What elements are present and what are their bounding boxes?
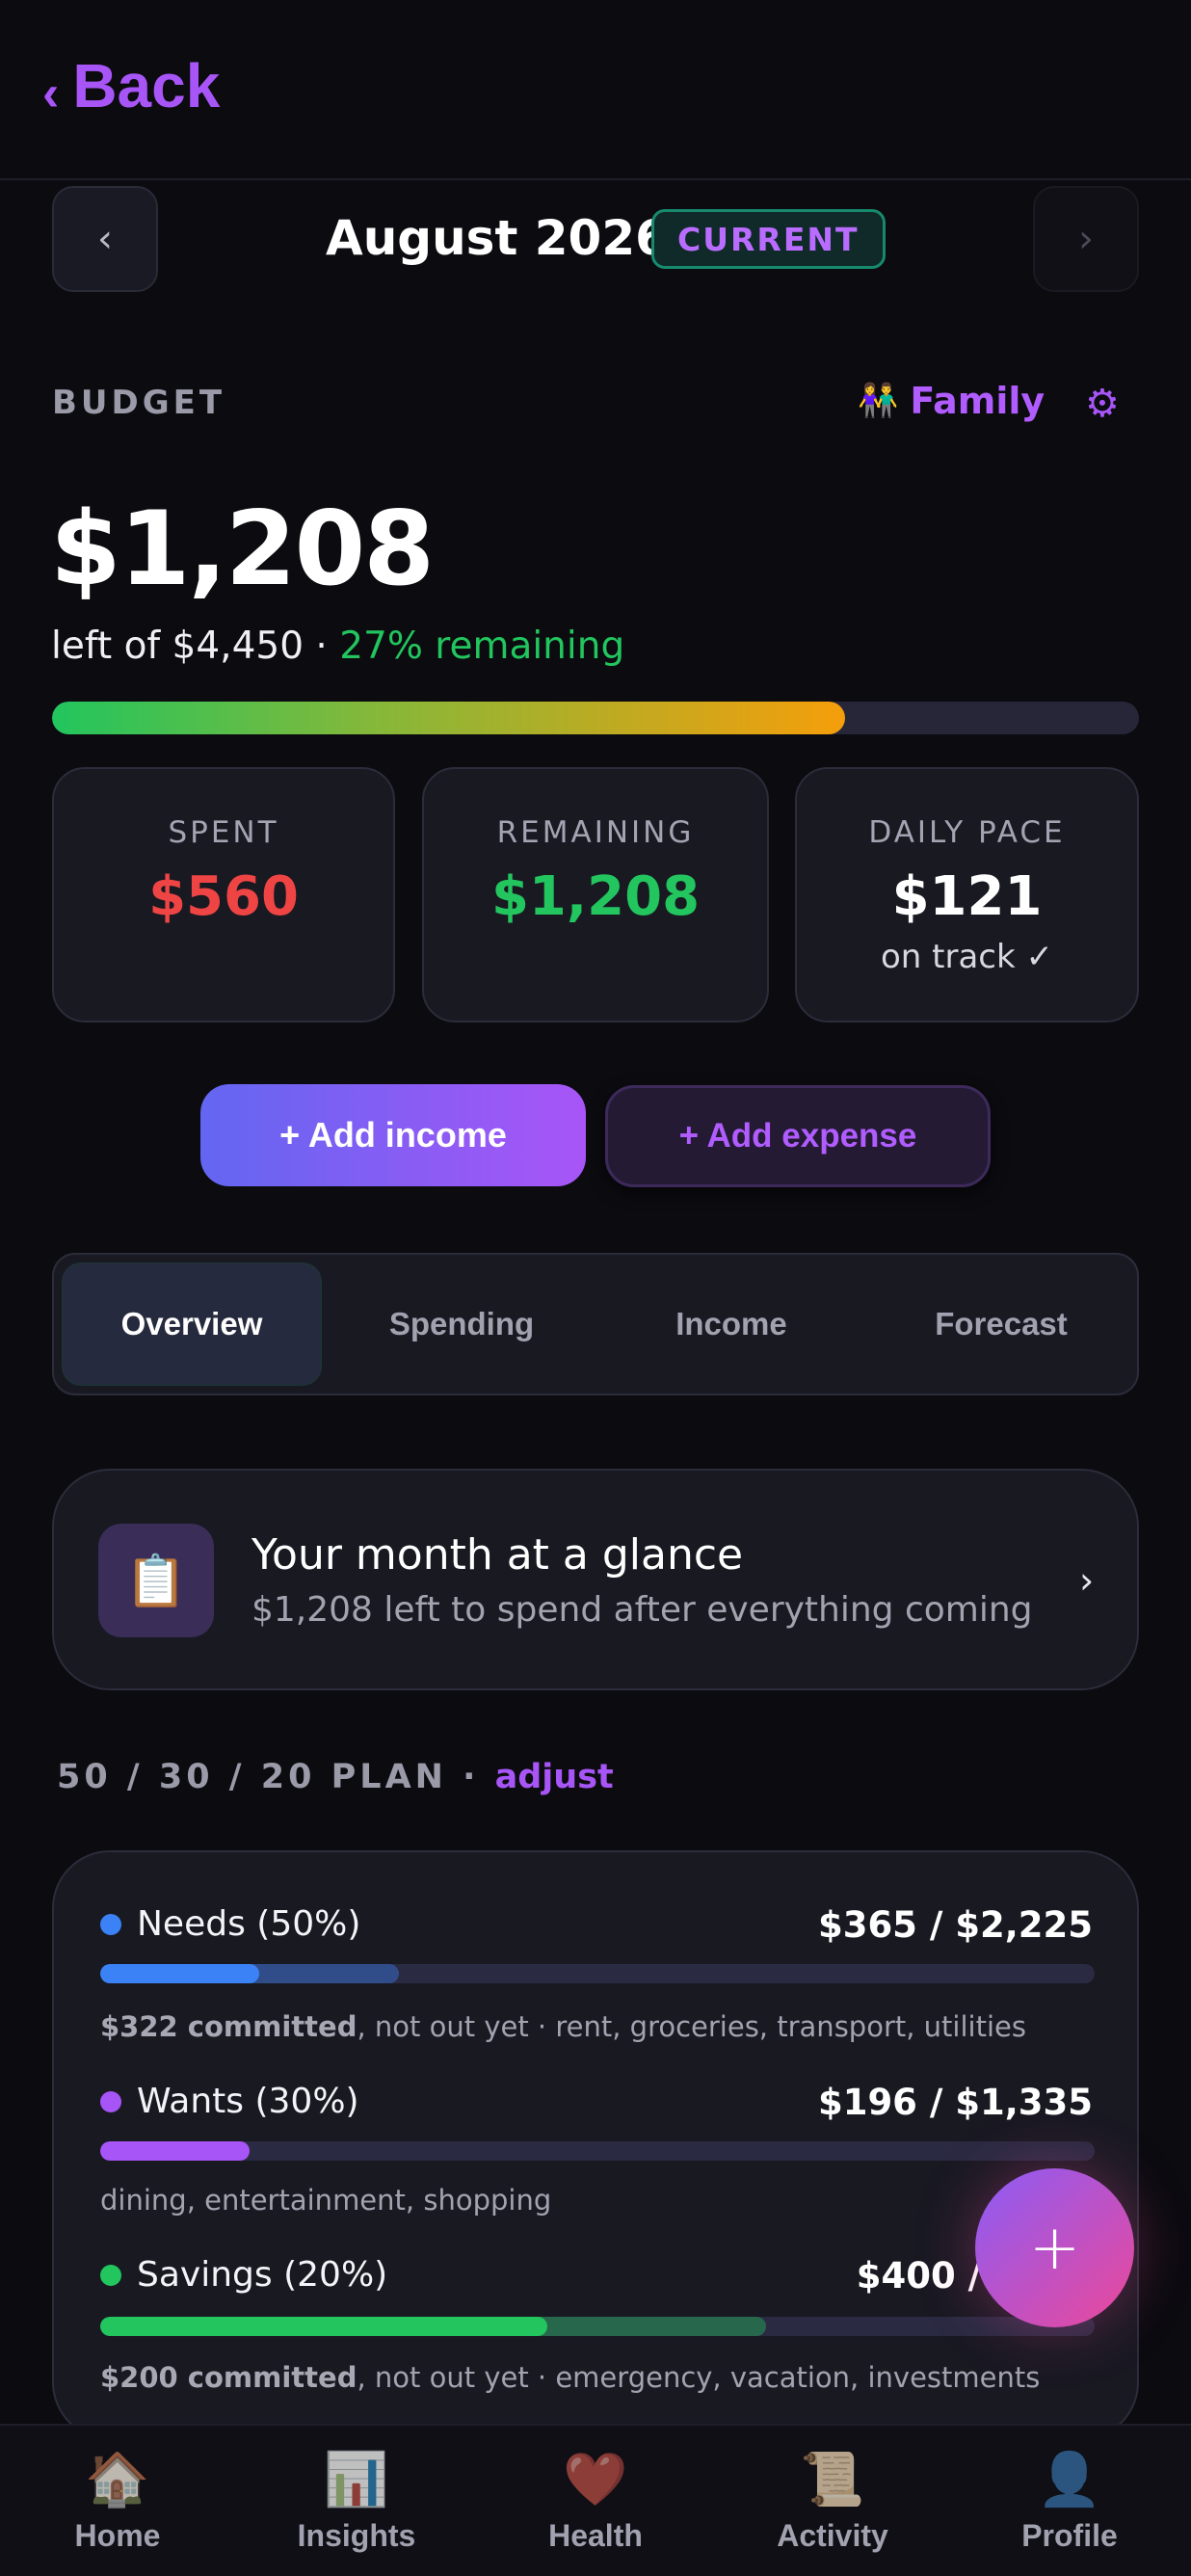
savings-progress-bar <box>100 2317 1095 2336</box>
plan-row-needs: Needs (50%) <box>100 1904 360 1944</box>
remaining-percent: 27% remaining <box>339 624 625 668</box>
month-glance-card[interactable]: 📋 Your month at a glance $1,208 left to … <box>52 1469 1139 1690</box>
needs-categories: , not out yet · rent, groceries, transpo… <box>357 2010 1026 2043</box>
needs-spent-fill <box>100 1964 260 1983</box>
stat-value: $1,208 <box>490 865 701 928</box>
home-icon: 🏠 <box>85 2449 150 2510</box>
add-expense-button[interactable]: + Add expense <box>605 1085 991 1187</box>
stat-label: REMAINING <box>496 815 695 850</box>
stat-value: $560 <box>148 865 299 928</box>
top-bar: ‹ Back <box>0 0 1191 180</box>
chevron-right-icon: › <box>1079 1559 1095 1602</box>
tab-bar: Overview Spending Income Forecast <box>52 1253 1139 1395</box>
plan-title: 50 / 30 / 20 PLAN · <box>57 1758 495 1796</box>
adjust-link[interactable]: adjust <box>495 1758 614 1796</box>
tab-overview[interactable]: Overview <box>62 1262 322 1386</box>
nav-profile[interactable]: 👤 Profile <box>973 2449 1166 2554</box>
needs-dot-icon <box>100 1913 121 1935</box>
add-fab-button[interactable]: + <box>975 2168 1134 2327</box>
budget-label: BUDGET <box>52 384 226 422</box>
nav-label: Home <box>74 2518 161 2553</box>
stat-label: SPENT <box>168 815 279 850</box>
wants-categories: dining, entertainment, shopping <box>100 2184 552 2217</box>
prev-month-button[interactable]: ‹ <box>52 186 158 292</box>
chevron-left-icon: ‹ <box>97 217 113 261</box>
stat-card-daily-pace: DAILY PACE $121 on track ✓ <box>795 767 1139 1022</box>
tab-forecast[interactable]: Forecast <box>871 1262 1131 1386</box>
budget-progress-bar <box>52 702 1139 734</box>
scroll-icon: 📜 <box>800 2449 865 2510</box>
wants-amount: $196 / $1,335 <box>817 2082 1093 2123</box>
tab-income[interactable]: Income <box>601 1262 861 1386</box>
nav-insights[interactable]: 📊 Insights <box>260 2449 453 2554</box>
needs-amount: $365 / $2,225 <box>817 1904 1093 1946</box>
back-button[interactable]: ‹ Back <box>42 50 220 121</box>
savings-categories: , not out yet · emergency, vacation, inv… <box>357 2361 1041 2394</box>
nav-home[interactable]: 🏠 Home <box>21 2449 214 2554</box>
wants-progress-bar <box>100 2141 1095 2161</box>
back-label: Back <box>72 51 221 120</box>
wants-dot-icon <box>100 2090 121 2112</box>
plan-row-savings: Savings (20%) <box>100 2255 387 2295</box>
bottom-nav: 🏠 Home 📊 Insights ❤️ Health 📜 Activity 👤… <box>0 2424 1191 2576</box>
savings-dot-icon <box>100 2264 121 2286</box>
glance-description: $1,208 left to spend after everything co… <box>251 1590 1033 1630</box>
nav-label: Activity <box>777 2518 888 2553</box>
clipboard-icon: 📋 <box>98 1524 214 1637</box>
tab-spending[interactable]: Spending <box>331 1262 592 1386</box>
stat-label: DAILY PACE <box>868 815 1066 850</box>
family-label: Family <box>910 380 1045 422</box>
wants-note: dining, entertainment, shopping <box>100 2184 551 2217</box>
needs-committed: $322 committed <box>100 2010 357 2043</box>
needs-progress-bar <box>100 1964 1095 1983</box>
chevron-left-icon: ‹ <box>42 66 60 121</box>
family-icon: 👫 <box>858 382 899 420</box>
next-month-button[interactable]: › <box>1033 186 1139 292</box>
budget-subtitle: left of $4,450 · 27% remaining <box>51 624 624 668</box>
chevron-right-icon: › <box>1078 217 1094 261</box>
wants-spent-fill <box>100 2141 250 2161</box>
left-of-text: left of $4,450 · <box>51 624 340 668</box>
plan-card: Needs (50%) $365 / $2,225 $322 committed… <box>52 1850 1139 2440</box>
month-title: August 2026 <box>326 210 669 266</box>
amount-left: $1,208 <box>50 490 435 608</box>
nav-label: Health <box>548 2518 643 2553</box>
wants-label: Wants (30%) <box>137 2082 359 2121</box>
needs-note: $322 committed, not out yet · rent, groc… <box>100 2010 1026 2043</box>
savings-spent-fill <box>100 2317 548 2336</box>
nav-label: Profile <box>1021 2518 1118 2553</box>
stat-card-remaining: REMAINING $1,208 <box>422 767 769 1022</box>
current-badge: CURRENT <box>651 209 886 269</box>
savings-label: Savings (20%) <box>137 2255 388 2295</box>
nav-health[interactable]: ❤️ Health <box>499 2449 692 2554</box>
budget-progress-fill <box>52 702 846 734</box>
savings-committed: $200 committed <box>100 2361 357 2394</box>
savings-note: $200 committed, not out yet · emergency,… <box>100 2361 1040 2394</box>
heart-icon: ❤️ <box>563 2449 628 2510</box>
family-selector[interactable]: 👫 Family <box>858 380 1045 422</box>
stat-card-spent: SPENT $560 <box>52 767 395 1022</box>
plan-header: 50 / 30 / 20 PLAN · adjust <box>57 1758 614 1796</box>
needs-label: Needs (50%) <box>137 1904 361 1944</box>
nav-label: Insights <box>297 2518 416 2553</box>
nav-activity[interactable]: 📜 Activity <box>736 2449 929 2554</box>
stat-value: $121 <box>891 865 1043 928</box>
gear-icon[interactable]: ⚙ <box>1085 382 1120 426</box>
add-income-button[interactable]: + Add income <box>200 1084 586 1186</box>
profile-icon: 👤 <box>1037 2449 1102 2510</box>
stat-subtext: on track ✓ <box>881 938 1053 976</box>
plan-row-wants: Wants (30%) <box>100 2082 359 2121</box>
chart-icon: 📊 <box>324 2449 389 2510</box>
glance-title: Your month at a glance <box>251 1530 744 1580</box>
